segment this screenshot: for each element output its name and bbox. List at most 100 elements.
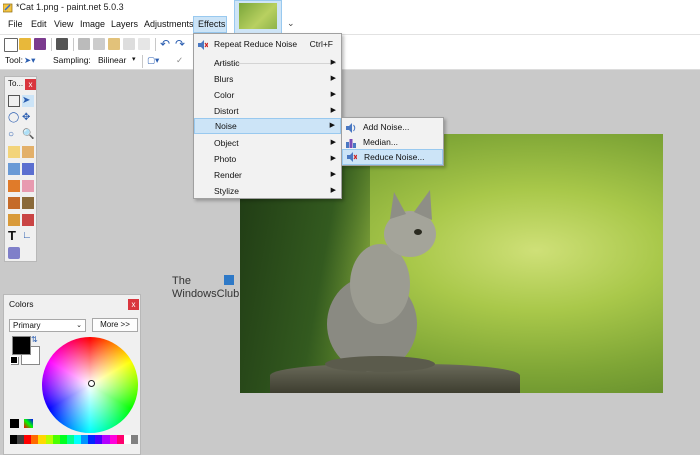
paintnet-app-icon <box>2 3 13 13</box>
palette-swatch[interactable] <box>31 435 39 444</box>
palette-swatch[interactable] <box>73 435 82 444</box>
paste-icon[interactable] <box>108 38 120 50</box>
tools-window: To... x ➤ ◯ ✥ ○ 🔍 T ∟ <box>4 76 37 262</box>
redo-icon[interactable]: ↷ <box>175 38 187 50</box>
repeat-label: Repeat Reduce Noise <box>214 39 298 49</box>
effects-item-object[interactable]: Object ▶ <box>194 135 341 151</box>
gradient-icon[interactable] <box>22 163 34 175</box>
crop-icon[interactable] <box>123 38 135 50</box>
effects-item-distort[interactable]: Distort ▶ <box>194 103 341 119</box>
ellipse-select-icon[interactable]: ○ <box>8 129 20 141</box>
eraser-icon[interactable] <box>22 180 34 192</box>
palette-swatch[interactable] <box>10 435 18 444</box>
noise-item-label: Median... <box>363 137 398 147</box>
clone-stamp-icon[interactable] <box>8 214 20 226</box>
repeat-reduce-noise-item[interactable]: Repeat Reduce Noise Ctrl+F <box>194 36 341 52</box>
noise-item-reduce-noise[interactable]: Reduce Noise... <box>342 149 443 165</box>
palette-swatch-icon[interactable] <box>10 419 19 428</box>
move-icon[interactable]: ✥ <box>22 112 34 124</box>
toolbar-separator <box>155 38 156 51</box>
commit-check-icon[interactable]: ✓ <box>176 55 183 66</box>
chevron-right-icon: ▶ <box>330 171 336 178</box>
menu-file[interactable]: File <box>4 16 27 33</box>
effects-item-stylize[interactable]: Stylize ▶ <box>194 183 341 199</box>
shapes-icon[interactable] <box>8 247 20 259</box>
menu-view[interactable]: View <box>50 16 77 33</box>
palette-swatch[interactable] <box>95 435 103 444</box>
palette-menu-icon[interactable] <box>24 419 33 428</box>
print-icon[interactable] <box>56 38 68 50</box>
pan-hand-icon[interactable] <box>22 146 34 158</box>
new-file-icon[interactable] <box>4 38 18 52</box>
undo-icon[interactable]: ↶ <box>160 38 172 50</box>
menu-layers[interactable]: Layers <box>107 16 142 33</box>
paintbrush-icon[interactable] <box>8 180 20 192</box>
chevron-right-icon: ▶ <box>329 122 335 129</box>
menu-edit[interactable]: Edit <box>27 16 51 33</box>
copy-icon[interactable] <box>93 38 105 50</box>
palette-swatch[interactable] <box>109 435 117 444</box>
recolor-icon[interactable] <box>22 214 34 226</box>
cut-icon[interactable] <box>78 38 90 50</box>
menu-adjustments[interactable]: Adjustments <box>140 16 198 33</box>
effects-item-blurs[interactable]: Blurs ▶ <box>194 71 341 87</box>
antialias-icon[interactable]: ▢▾ <box>147 55 159 66</box>
line-curve-icon[interactable]: ∟ <box>22 230 34 242</box>
palette-swatch[interactable] <box>66 435 74 444</box>
paint-bucket-icon[interactable] <box>8 163 20 175</box>
close-icon[interactable]: x <box>128 299 139 310</box>
effects-item-noise[interactable]: Noise ▶ <box>194 118 341 134</box>
palette-swatch[interactable] <box>45 435 53 444</box>
effects-item-artistic[interactable]: Artistic ▶ <box>194 55 341 71</box>
chevron-right-icon: ▶ <box>330 155 336 162</box>
effects-item-label: Object <box>214 138 239 148</box>
image-tab-thumbnail[interactable] <box>234 0 282 34</box>
palette-swatch[interactable] <box>52 435 60 444</box>
palette-swatch[interactable] <box>123 435 131 444</box>
more-colors-button[interactable]: More >> <box>92 318 138 332</box>
move-selection-icon[interactable]: ➤ <box>22 95 34 107</box>
primary-color-swatch[interactable] <box>12 336 31 355</box>
menu-effects[interactable]: Effects <box>193 16 227 33</box>
chevron-right-icon: ▶ <box>330 59 336 66</box>
palette-swatch[interactable] <box>17 435 25 444</box>
rectangle-select-icon[interactable] <box>8 95 20 107</box>
menu-image[interactable]: Image <box>76 16 109 33</box>
chevron-down-icon[interactable]: ⌄ <box>287 18 295 29</box>
lasso-icon[interactable]: ◯ <box>8 112 20 124</box>
open-folder-icon[interactable] <box>19 38 31 50</box>
magic-wand-icon[interactable] <box>8 146 20 158</box>
effects-item-label: Distort <box>214 106 239 116</box>
chevron-right-icon: ▶ <box>330 91 336 98</box>
palette-swatch[interactable] <box>38 435 46 444</box>
palette-swatch[interactable] <box>102 435 110 444</box>
reset-colors-icon[interactable] <box>10 356 18 364</box>
text-tool-icon[interactable]: T <box>8 229 20 242</box>
title-bar: *Cat 1.png - paint.net 5.0.3 <box>0 0 232 16</box>
close-icon[interactable]: x <box>25 79 36 90</box>
menu-bar: File Edit View Image Layers Adjustments … <box>0 16 232 33</box>
deselect-icon[interactable] <box>138 38 150 50</box>
palette-swatch[interactable] <box>88 435 96 444</box>
save-icon[interactable] <box>34 38 46 50</box>
effects-item-color[interactable]: Color ▶ <box>194 87 341 103</box>
primary-select[interactable]: Primary ⌄ <box>9 319 86 332</box>
sampling-select[interactable]: Bilinear <box>98 55 126 65</box>
noise-item-median[interactable]: Median... <box>342 134 443 150</box>
effects-item-render[interactable]: Render ▶ <box>194 167 341 183</box>
chevron-down-icon[interactable]: ▾ <box>132 55 136 63</box>
tool-select-icon[interactable]: ➤▾ <box>24 55 35 66</box>
palette-swatch[interactable] <box>130 435 138 444</box>
palette-swatch[interactable] <box>81 435 89 444</box>
color-palette[interactable] <box>10 435 138 444</box>
palette-swatch[interactable] <box>116 435 124 444</box>
swap-colors-icon[interactable]: ⇅ <box>31 335 38 344</box>
palette-swatch[interactable] <box>59 435 67 444</box>
pencil-icon[interactable] <box>8 197 20 209</box>
color-picker-icon[interactable] <box>22 197 34 209</box>
color-wheel-cursor[interactable] <box>88 380 95 387</box>
noise-item-add-noise[interactable]: Add Noise... <box>342 119 443 135</box>
effects-item-photo[interactable]: Photo ▶ <box>194 151 341 167</box>
palette-swatch[interactable] <box>24 435 32 444</box>
zoom-icon[interactable]: 🔍 <box>22 129 34 141</box>
